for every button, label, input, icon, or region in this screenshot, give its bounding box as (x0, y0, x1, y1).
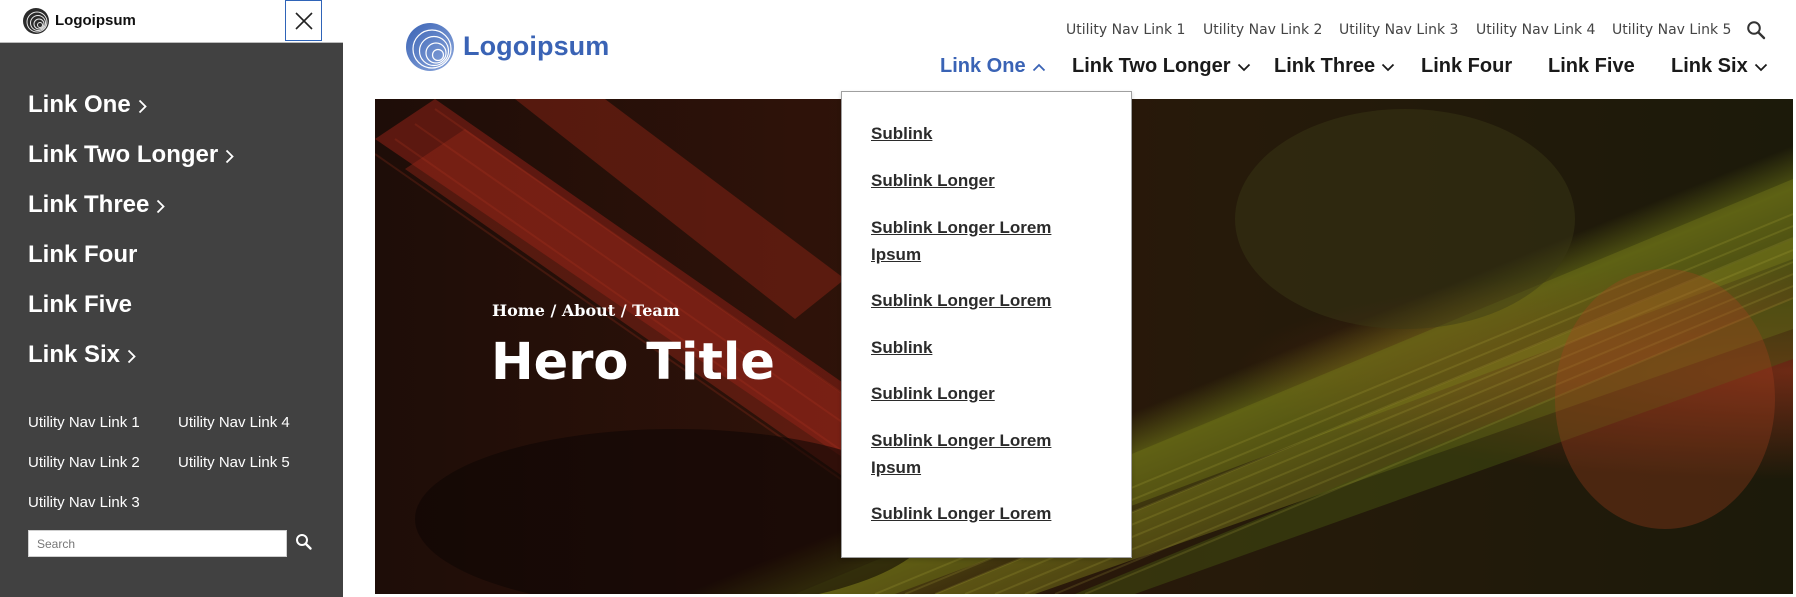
main-nav-link-six[interactable]: Link Six (1671, 55, 1768, 78)
mobile-nav-link-one[interactable]: Link One (28, 91, 147, 119)
close-menu-button[interactable] (285, 0, 322, 41)
logo-text[interactable]: Logoipsum (463, 31, 609, 62)
mobile-menu-header: Logoipsum (0, 0, 343, 43)
mobile-utility-link-2[interactable]: Utility Nav Link 2 (28, 454, 140, 471)
main-nav-link-five[interactable]: Link Five (1548, 55, 1635, 78)
main-nav-link-three[interactable]: Link Three (1274, 55, 1395, 78)
chevron-right-icon (226, 149, 234, 164)
dropdown-sublink[interactable]: Sublink Longer Lorem Ipsum (871, 214, 1101, 268)
main-nav-link-one[interactable]: Link One (940, 55, 1046, 78)
main-nav-label: Link Three (1274, 55, 1376, 77)
main-nav-label: Link Two Longer (1072, 55, 1231, 77)
mobile-nav-link-five[interactable]: Link Five (28, 291, 132, 319)
main-nav-link-two-longer[interactable]: Link Two Longer (1072, 55, 1251, 78)
mobile-nav-link-four[interactable]: Link Four (28, 241, 137, 269)
search-icon[interactable] (1745, 19, 1767, 41)
mobile-nav-label: Link Two Longer (28, 141, 219, 168)
dropdown-sublink[interactable]: Sublink Longer Lorem (871, 287, 1101, 314)
dropdown-sublink[interactable]: Sublink (871, 334, 1101, 361)
main-nav-label: Link Four (1421, 55, 1513, 77)
mobile-menu-panel: Logoipsum Link One Link Two Longer Link … (0, 0, 343, 597)
mobile-search-input[interactable] (28, 530, 287, 557)
dropdown-sublink[interactable]: Sublink Longer Lorem Ipsum (871, 427, 1101, 481)
logo-icon (406, 23, 454, 71)
utility-nav-link-2[interactable]: Utility Nav Link 2 (1203, 22, 1322, 38)
main-nav-label: Link Five (1548, 55, 1635, 77)
chevron-down-icon (1237, 63, 1250, 72)
mobile-nav-label: Link Three (28, 191, 150, 218)
mobile-nav-link-three[interactable]: Link Three (28, 191, 166, 219)
mobile-utility-link-1[interactable]: Utility Nav Link 1 (28, 414, 140, 431)
main-nav-label: Link Six (1671, 55, 1748, 77)
mobile-nav-label: Link One (28, 91, 131, 118)
chevron-down-icon (1754, 63, 1767, 72)
breadcrumb: Home / About / Team (492, 301, 680, 320)
chevron-up-icon (1032, 63, 1045, 72)
mobile-nav-link-six[interactable]: Link Six (28, 341, 136, 369)
chevron-down-icon (1382, 63, 1395, 72)
utility-nav-link-1[interactable]: Utility Nav Link 1 (1066, 22, 1185, 38)
search-icon[interactable] (294, 532, 314, 552)
chevron-right-icon (127, 349, 136, 364)
mobile-nav-label: Link Six (28, 341, 121, 368)
logo-text: Logoipsum (55, 12, 136, 29)
link-one-dropdown-menu: Sublink Sublink Longer Sublink Longer Lo… (841, 91, 1132, 558)
dropdown-sublink[interactable]: Sublink Longer (871, 167, 1101, 194)
mobile-utility-link-3[interactable]: Utility Nav Link 3 (28, 494, 140, 511)
mobile-utility-link-4[interactable]: Utility Nav Link 4 (178, 414, 290, 431)
mobile-nav-link-two-longer[interactable]: Link Two Longer (28, 141, 234, 169)
mobile-nav-label: Link Four (28, 241, 138, 268)
utility-nav-link-5[interactable]: Utility Nav Link 5 (1612, 22, 1731, 38)
chevron-right-icon (157, 199, 166, 214)
mobile-nav-label: Link Five (28, 291, 133, 318)
dropdown-sublink[interactable]: Sublink Longer Lorem (871, 500, 1101, 527)
mobile-utility-link-5[interactable]: Utility Nav Link 5 (178, 454, 290, 471)
dropdown-sublink[interactable]: Sublink Longer (871, 380, 1101, 407)
dropdown-sublink[interactable]: Sublink (871, 120, 1101, 147)
main-nav-label: Link One (940, 55, 1026, 77)
chevron-right-icon (138, 99, 147, 114)
main-nav-link-four[interactable]: Link Four (1421, 55, 1512, 78)
utility-nav-link-4[interactable]: Utility Nav Link 4 (1476, 22, 1595, 38)
close-icon (294, 11, 313, 30)
logo-icon (23, 8, 49, 34)
hero-title: Hero Title (491, 333, 775, 392)
utility-nav-link-3[interactable]: Utility Nav Link 3 (1339, 22, 1458, 38)
